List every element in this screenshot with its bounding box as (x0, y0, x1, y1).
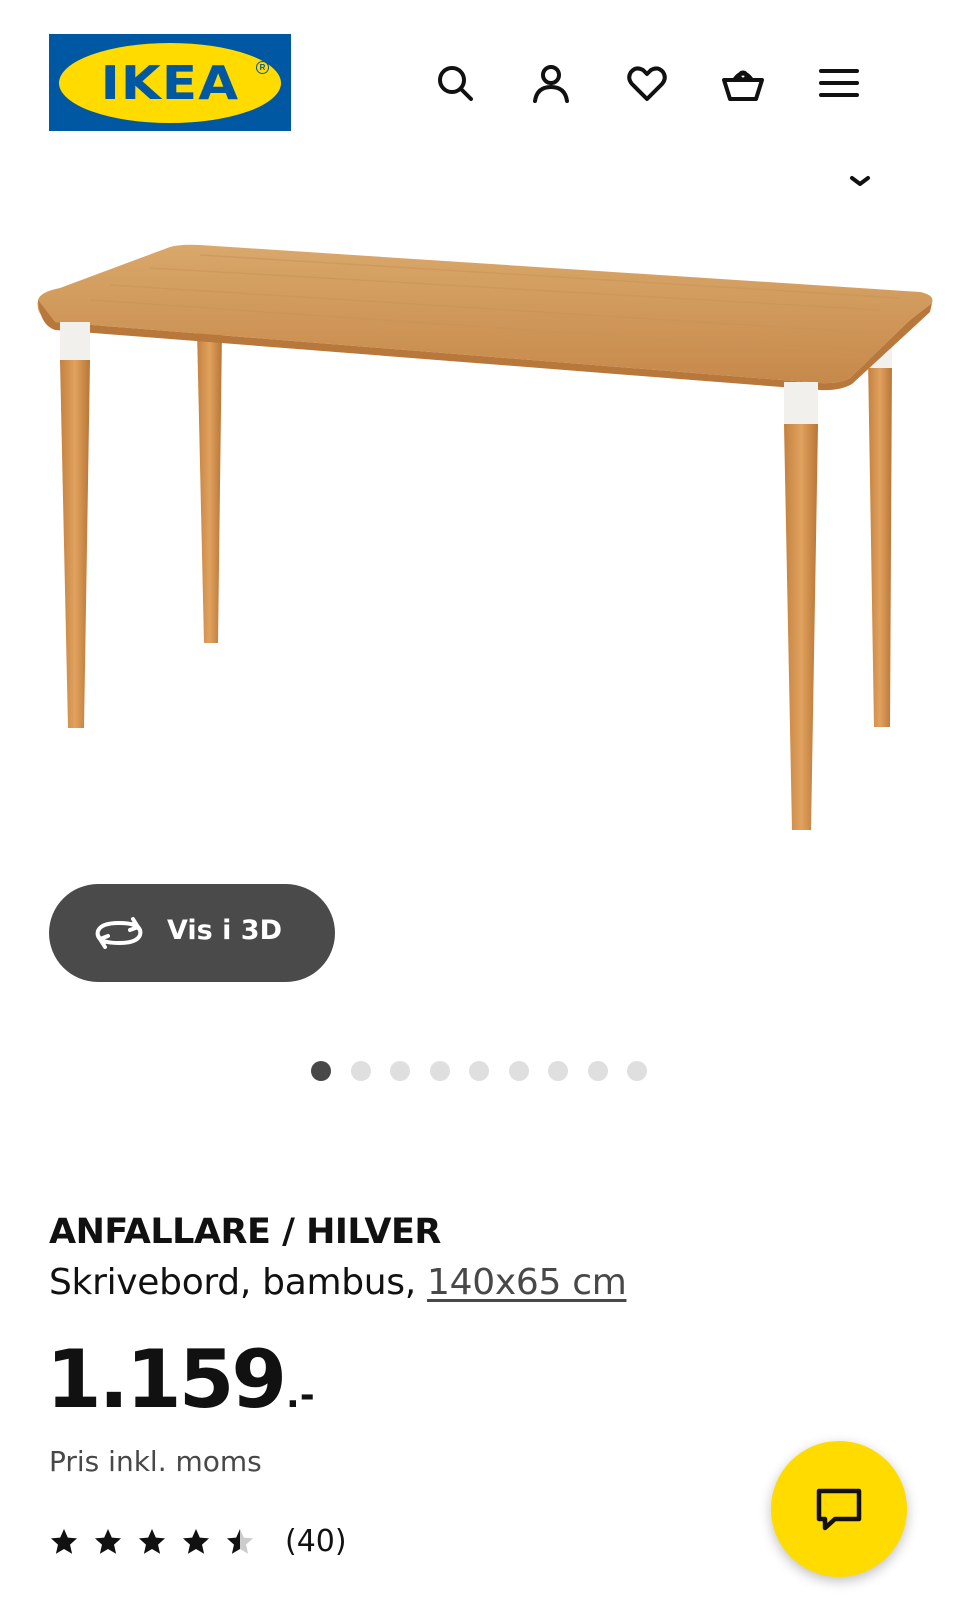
heart-icon[interactable] (622, 58, 672, 108)
price-suffix: .- (286, 1375, 315, 1416)
star-icon (139, 1528, 165, 1554)
image-carousel-dots (311, 1061, 647, 1081)
carousel-dot[interactable] (390, 1061, 410, 1081)
star-icon (95, 1528, 121, 1554)
logo-text: IKEA (100, 55, 240, 110)
rotate-3d-icon (95, 917, 143, 949)
product-size-link[interactable]: 140x65 cm (427, 1262, 627, 1303)
carousel-dot[interactable] (587, 1061, 608, 1081)
table-leg-back-right (868, 358, 892, 727)
basket-icon[interactable] (718, 58, 768, 108)
account-icon[interactable] (526, 58, 576, 108)
site-header: IKEA R (0, 0, 960, 150)
view-in-3d-label: Vis i 3D (167, 915, 283, 946)
star-icon (227, 1528, 253, 1554)
registered-mark-icon: R (256, 61, 269, 74)
rating-count: (40) (285, 1524, 347, 1559)
price-note: Pris inkl. moms (49, 1445, 262, 1478)
product-price: 1.159 .- (46, 1340, 315, 1420)
price-amount: 1.159 (46, 1333, 287, 1426)
chat-button[interactable] (771, 1441, 907, 1577)
logo-oval: IKEA (59, 42, 281, 123)
carousel-dot[interactable] (508, 1061, 529, 1081)
carousel-dot[interactable] (429, 1061, 450, 1081)
search-icon[interactable] (430, 58, 480, 108)
product-image[interactable] (0, 200, 960, 900)
product-description-text: Skrivebord, bambus, (49, 1262, 428, 1303)
star-icon (183, 1528, 209, 1554)
leg-cap (784, 382, 818, 426)
carousel-dot[interactable] (548, 1061, 568, 1081)
menu-icon[interactable] (814, 58, 864, 108)
chat-icon (816, 1488, 862, 1531)
carousel-dot[interactable] (469, 1061, 489, 1081)
table-leg-front-right (784, 424, 818, 830)
ikea-logo[interactable]: IKEA R (49, 34, 291, 131)
table-leg-back-left (197, 330, 222, 643)
leg-cap (60, 322, 90, 362)
chevron-down-icon[interactable] (846, 172, 874, 192)
table-leg-front-left (60, 360, 90, 728)
carousel-dot[interactable] (627, 1061, 647, 1081)
star-icon (51, 1528, 77, 1554)
rating-stars (49, 1527, 255, 1557)
carousel-dot[interactable] (311, 1061, 331, 1081)
product-name: ANFALLARE / HILVER (49, 1212, 441, 1252)
carousel-dot[interactable] (350, 1061, 371, 1081)
product-description: Skrivebord, bambus, 140x65 cm (49, 1262, 627, 1303)
product-rating[interactable]: (40) (49, 1524, 347, 1559)
view-in-3d-button[interactable]: Vis i 3D (49, 884, 335, 982)
